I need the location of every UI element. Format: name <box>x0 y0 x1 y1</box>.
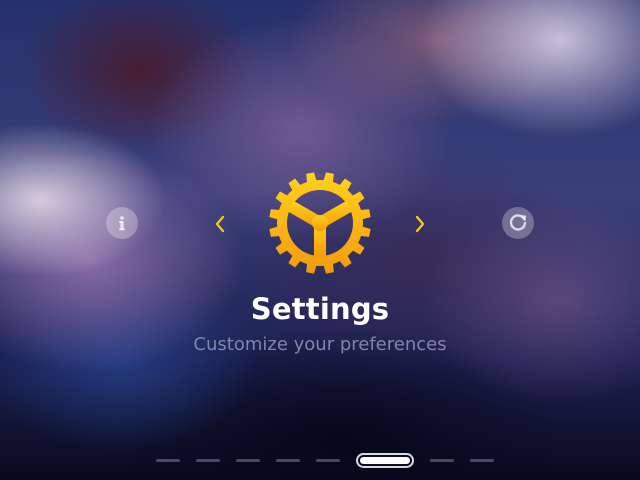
page-title: Settings <box>250 292 390 326</box>
page-dot[interactable] <box>276 458 300 462</box>
page-dot[interactable] <box>236 458 260 462</box>
settings-screen: Settings Customize your preferences <box>0 0 640 480</box>
page-indicator <box>156 451 510 469</box>
chevron-left-icon <box>215 215 225 233</box>
gear-icon <box>269 172 371 274</box>
page-dot[interactable] <box>156 458 180 462</box>
page-dot[interactable] <box>430 458 454 462</box>
chevron-right-icon <box>415 215 425 233</box>
page-dot[interactable] <box>196 458 220 462</box>
refresh-button[interactable] <box>502 207 534 239</box>
info-button[interactable] <box>106 207 138 239</box>
info-icon <box>119 216 125 231</box>
refresh-icon <box>509 214 527 231</box>
page-dot[interactable] <box>470 458 494 462</box>
page-dot[interactable] <box>316 458 340 462</box>
previous-button[interactable] <box>210 212 230 236</box>
next-button[interactable] <box>410 212 430 236</box>
gear-hub <box>312 215 328 231</box>
page-subtitle: Customize your preferences <box>193 334 447 355</box>
page-dot-active[interactable] <box>360 456 410 464</box>
